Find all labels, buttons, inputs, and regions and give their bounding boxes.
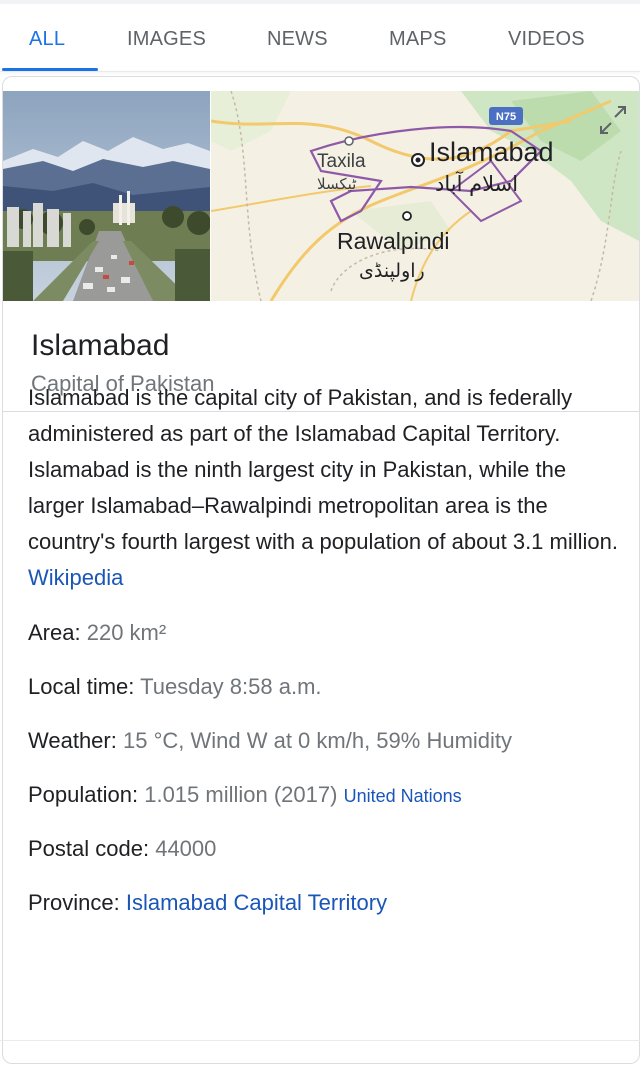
map-label-islamabad: Islamabad — [429, 137, 554, 167]
entity-description: Islamabad is the capital city of Pakista… — [28, 380, 618, 596]
fact-population-label: Population: — [28, 782, 139, 807]
tab-images[interactable]: IMAGES — [127, 28, 206, 51]
map-label-rawalpindi-urdu: راولپنڈی — [359, 260, 425, 282]
map-label-taxila-urdu: ٹیکسلا — [317, 175, 357, 193]
wikipedia-link[interactable]: Wikipedia — [28, 565, 123, 590]
top-edge — [0, 0, 640, 4]
tab-videos[interactable]: VIDEOS — [508, 28, 585, 51]
map-label-rawalpindi: Rawalpindi — [337, 228, 450, 254]
fact-area: Area: 220 km² — [28, 618, 628, 672]
fact-local-time-label: Local time: — [28, 674, 135, 699]
fact-weather-label: Weather: — [28, 728, 117, 753]
map-label-taxila: Taxila — [317, 151, 366, 172]
fact-postal-code: Postal code: 44000 — [28, 834, 628, 888]
fact-area-label: Area: — [28, 620, 81, 645]
description-text: Islamabad is the capital city of Pakista… — [28, 385, 618, 554]
province-link[interactable]: Islamabad Capital Territory — [126, 890, 387, 915]
fact-postal-code-label: Postal code: — [28, 836, 150, 861]
fact-province: Province: Islamabad Capital Territory — [28, 888, 628, 942]
rawalpindi-marker — [402, 211, 412, 221]
fact-local-time-value: Tuesday 8:58 a.m. — [140, 674, 322, 699]
tab-maps[interactable]: MAPS — [389, 28, 446, 51]
fact-area-value: 220 km² — [86, 620, 167, 645]
fact-local-time: Local time: Tuesday 8:58 a.m. — [28, 672, 628, 726]
city-photo[interactable] — [3, 91, 210, 301]
entity-title: Islamabad — [31, 329, 170, 362]
map-label-islamabad-urdu: اسلام آباد — [435, 171, 518, 196]
tab-news[interactable]: NEWS — [267, 28, 328, 51]
facts-list: Area: 220 km² Local time: Tuesday 8:58 a… — [28, 618, 628, 942]
fact-weather: Weather: 15 °C, Wind W at 0 km/h, 59% Hu… — [28, 726, 628, 780]
united-nations-link[interactable]: United Nations — [344, 786, 462, 806]
road-shield-label: N75 — [496, 111, 516, 123]
hero-media: N75 Taxila ٹیکسلا Islamabad اسلام آباد R… — [3, 91, 639, 301]
tab-all[interactable]: ALL — [29, 28, 65, 51]
fact-province-label: Province: — [28, 890, 120, 915]
fact-weather-value: 15 °C, Wind W at 0 km/h, 59% Humidity — [122, 728, 513, 753]
search-tabs: ALL IMAGES NEWS MAPS VIDEOS — [0, 14, 640, 72]
tabs-divider — [0, 71, 640, 72]
taxila-marker — [344, 136, 354, 146]
city-map[interactable]: N75 Taxila ٹیکسلا Islamabad اسلام آباد R… — [211, 91, 639, 301]
fact-population-value: 1.015 million (2017) — [144, 782, 338, 807]
bottom-divider — [0, 1040, 640, 1041]
fact-population: Population: 1.015 million (2017) United … — [28, 780, 628, 834]
fact-postal-code-value: 44000 — [155, 836, 217, 861]
